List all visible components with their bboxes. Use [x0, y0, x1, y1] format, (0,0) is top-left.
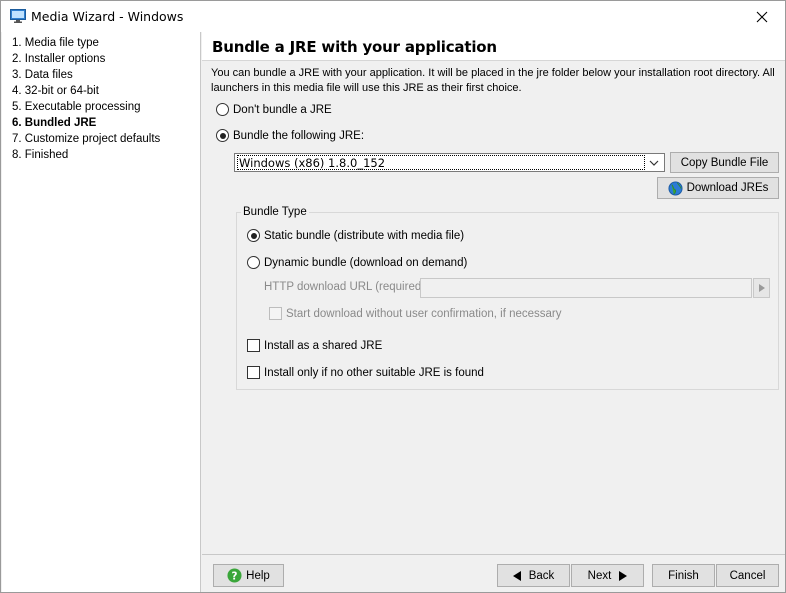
jre-select-value: Windows (x86) 1.8.0_152: [237, 155, 645, 170]
arrow-left-icon: [512, 570, 521, 581]
page-title: Bundle a JRE with your application: [212, 38, 497, 56]
cancel-label: Cancel: [729, 569, 766, 582]
step-32-or-64-bit[interactable]: 4. 32-bit or 64-bit: [12, 85, 99, 97]
step-data-files[interactable]: 3. Data files: [12, 69, 73, 81]
wizard-window: Media Wizard - Windows 1. Media file typ…: [0, 0, 786, 593]
step-bundled-jre[interactable]: 6. Bundled JRE: [12, 117, 96, 129]
start-download-option[interactable]: Start download without user confirmation…: [269, 307, 562, 320]
copy-bundle-file-button[interactable]: Copy Bundle File: [670, 152, 779, 173]
static-bundle-label: Static bundle (distribute with media fil…: [264, 229, 465, 242]
bundle-option[interactable]: Bundle the following JRE:: [216, 129, 364, 142]
cancel-button[interactable]: Cancel: [716, 564, 779, 587]
monitor-icon: [10, 9, 26, 23]
no-bundle-label: Don't bundle a JRE: [233, 103, 332, 116]
shared-jre-option[interactable]: Install as a shared JRE: [247, 339, 382, 352]
step-media-file-type[interactable]: 1. Media file type: [12, 37, 99, 49]
url-options-button[interactable]: [753, 278, 770, 298]
only-if-none-option[interactable]: Install only if no other suitable JRE is…: [247, 366, 484, 379]
bundle-type-legend: Bundle Type: [241, 206, 309, 218]
close-icon: [756, 11, 768, 22]
back-button[interactable]: Back: [497, 564, 570, 587]
help-button[interactable]: ? Help: [213, 564, 284, 587]
step-installer-options[interactable]: 2. Installer options: [12, 53, 105, 65]
bundle-radio[interactable]: [216, 129, 229, 142]
dynamic-bundle-option[interactable]: Dynamic bundle (download on demand): [247, 256, 467, 269]
dynamic-bundle-label: Dynamic bundle (download on demand): [264, 256, 468, 269]
chevron-down-icon[interactable]: [644, 154, 664, 171]
step-executable-processing[interactable]: 5. Executable processing: [12, 101, 141, 113]
back-label: Back: [528, 569, 555, 582]
help-label: Help: [246, 569, 270, 582]
svg-text:?: ?: [232, 570, 238, 582]
bundle-label: Bundle the following JRE:: [233, 129, 365, 142]
static-bundle-radio[interactable]: [247, 229, 260, 242]
close-button[interactable]: [739, 1, 785, 32]
only-if-none-label: Install only if no other suitable JRE is…: [264, 366, 484, 379]
step-customize-project-defaults[interactable]: 7. Customize project defaults: [12, 133, 160, 145]
shared-jre-label: Install as a shared JRE: [264, 339, 383, 352]
steps-sidebar: 1. Media file type 2. Installer options …: [2, 32, 201, 592]
only-if-none-checkbox[interactable]: [247, 366, 260, 379]
page-description: You can bundle a JRE with your applicati…: [211, 67, 775, 94]
finish-label: Finish: [668, 569, 699, 582]
shared-jre-checkbox[interactable]: [247, 339, 260, 352]
download-jres-button[interactable]: Download JREs: [657, 177, 779, 199]
finish-button[interactable]: Finish: [652, 564, 715, 587]
download-url-input[interactable]: [420, 278, 752, 298]
copy-bundle-file-label: Copy Bundle File: [680, 156, 769, 169]
download-jres-label: Download JREs: [686, 182, 769, 194]
step-finished[interactable]: 8. Finished: [12, 149, 68, 161]
arrow-right-icon: [619, 570, 628, 581]
jre-select[interactable]: Windows (x86) 1.8.0_152: [234, 153, 665, 172]
globe-icon: [668, 180, 683, 196]
window-title: Media Wizard - Windows: [31, 9, 184, 24]
no-bundle-option[interactable]: Don't bundle a JRE: [216, 103, 332, 116]
static-bundle-option[interactable]: Static bundle (distribute with media fil…: [247, 229, 464, 242]
footer-divider: [202, 554, 785, 555]
start-download-label: Start download without user confirmation…: [286, 307, 562, 320]
next-label: Next: [587, 569, 612, 582]
page-header: Bundle a JRE with your application: [202, 32, 785, 60]
help-icon: ?: [227, 568, 242, 583]
arrow-right-icon: [758, 284, 765, 292]
download-url-label: HTTP download URL (required):: [264, 281, 429, 293]
next-button[interactable]: Next: [571, 564, 644, 587]
dynamic-bundle-radio[interactable]: [247, 256, 260, 269]
header-divider: [202, 60, 785, 61]
no-bundle-radio[interactable]: [216, 103, 229, 116]
start-download-checkbox[interactable]: [269, 307, 282, 320]
title-bar: Media Wizard - Windows: [1, 1, 785, 32]
